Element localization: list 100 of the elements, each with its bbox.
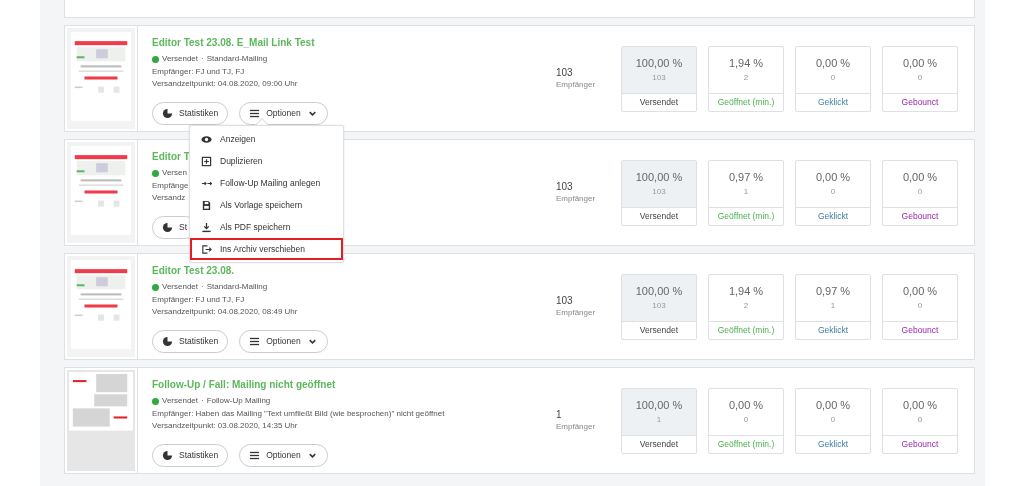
stat-percent: 0,00 % [815, 398, 851, 414]
stat-label: Gebounct [901, 209, 939, 223]
stat-percent: 100,00 % [635, 284, 683, 300]
send-time: Versandzeitpunkt: 04.08.2020, 08:49 Uhr [152, 306, 298, 318]
status-text: Versendet [162, 281, 199, 293]
recipients-text: Empfänge [152, 179, 189, 192]
stat-count: 103 [652, 299, 666, 312]
stat-count: 0 [830, 185, 836, 198]
pie-chart-icon [162, 449, 173, 461]
stat-count: 1 [830, 299, 836, 312]
stat-percent: 0,00 % [902, 284, 938, 300]
status-dot [152, 283, 159, 291]
menu-icon [249, 107, 261, 119]
stat-label: Versendet [639, 95, 679, 109]
stat-percent: 0,97 % [815, 284, 851, 300]
menu-item[interactable]: Als Vorlage speichern [190, 194, 343, 216]
stat-count: 2 [743, 71, 749, 84]
stat-label: Versendet [639, 323, 679, 337]
menu-item[interactable]: Follow-Up Mailing anlegen [190, 172, 343, 194]
status-text: Versendet [162, 53, 199, 65]
mailing-type: Standard-Mailing [206, 281, 268, 293]
stat-count: 0 [917, 71, 923, 84]
stat-count: 103 [652, 71, 666, 84]
separator-dot: · [201, 53, 204, 65]
pie-chart-icon [162, 107, 173, 119]
mailing-type: Follow-Up Mailing [206, 395, 271, 407]
recipient-count: 1 [556, 408, 562, 421]
separator-dot: · [201, 395, 204, 407]
stat-percent: 0,00 % [902, 56, 938, 72]
menu-item[interactable]: Duplizieren [190, 150, 343, 172]
recipients-text: Empfänger: Haben das Mailing "Text umfließt Bild (wie besprochen)" nicht geöffnet [152, 407, 445, 420]
eye-icon [201, 133, 212, 145]
menu-icon [249, 449, 261, 461]
stat-count: 0 [743, 413, 749, 426]
stat-label: Versendet [639, 437, 679, 451]
stat-percent: 1,94 % [728, 284, 764, 300]
exit-icon [201, 243, 212, 255]
status-text: Versendet [162, 395, 199, 407]
menu-item[interactable]: Ins Archiv verschieben [190, 238, 343, 260]
options-button[interactable]: Optionen [239, 101, 328, 125]
status-dot [152, 169, 159, 177]
stat-percent: 0,00 % [902, 398, 938, 414]
stat-label: Gebounct [901, 95, 939, 109]
send-time: Versandzeitpunkt: 03.08.2020, 14:35 Uhr [152, 420, 298, 432]
recipient-count: 103 [556, 294, 573, 307]
stat-percent: 100,00 % [635, 398, 683, 414]
stat-label: Versendet [639, 209, 679, 223]
stat-percent: 0,00 % [815, 56, 851, 72]
recipient-label: Empfänger [556, 79, 596, 90]
stat-label: Geklickt [817, 209, 849, 223]
status-text: Versen [162, 167, 187, 179]
stat-label: Geklickt [817, 437, 849, 451]
stat-percent: 1,94 % [728, 56, 764, 72]
recipient-count: 103 [556, 180, 573, 193]
stat-label: Gebounct [901, 323, 939, 337]
stat-label: Geöffnet (min.) [717, 95, 775, 109]
stat-percent: 0,00 % [728, 398, 764, 414]
options-button[interactable]: Optionen [239, 443, 328, 467]
duplicate-icon [201, 155, 212, 167]
send-time: Versandz [152, 192, 186, 204]
document-icon [201, 199, 212, 211]
stat-label: Geklickt [817, 323, 849, 337]
status-dot [152, 55, 159, 63]
stat-percent: 0,97 % [728, 170, 764, 186]
menu-item[interactable]: Anzeigen [190, 128, 343, 150]
statistics-button[interactable]: Statistiken [152, 101, 229, 125]
stat-count: 103 [652, 185, 666, 198]
stat-label: Geöffnet (min.) [717, 437, 775, 451]
recipients-text: Empfänger: FJ und TJ, FJ [152, 293, 245, 306]
stat-count: 0 [917, 413, 923, 426]
recipient-label: Empfänger [556, 307, 596, 318]
stat-count: 0 [917, 185, 923, 198]
stat-count: 1 [743, 185, 749, 198]
recipient-label: Empfänger [556, 193, 596, 204]
statistics-button[interactable]: Statistiken [152, 443, 229, 467]
pie-chart-icon [162, 335, 173, 347]
recipient-count: 103 [556, 66, 573, 79]
stat-count: 0 [917, 299, 923, 312]
stat-label: Geklickt [817, 95, 849, 109]
recipient-label: Empfänger [556, 421, 596, 432]
stat-percent: 100,00 % [635, 170, 683, 186]
mailing-type: Standard-Mailing [206, 53, 268, 65]
options-button[interactable]: Optionen [239, 329, 328, 353]
stat-count: 1 [656, 413, 662, 426]
menu-icon [249, 335, 261, 347]
stat-label: Geöffnet (min.) [717, 209, 775, 223]
stat-percent: 100,00 % [635, 56, 683, 72]
stat-count: 0 [830, 71, 836, 84]
stat-label: Geöffnet (min.) [717, 323, 775, 337]
download-icon [201, 221, 212, 233]
stat-percent: 0,00 % [815, 170, 851, 186]
send-time: Versandzeitpunkt: 04.08.2020, 09:00 Uhr [152, 78, 298, 90]
status-dot [152, 397, 159, 405]
stat-count: 0 [830, 413, 836, 426]
separator-dot: · [201, 281, 204, 293]
recipients-text: Empfänger: FJ und TJ, FJ [152, 65, 245, 78]
statistics-button[interactable]: Statistiken [152, 329, 229, 353]
stat-label: Gebounct [901, 437, 939, 451]
stat-percent: 0,00 % [902, 170, 938, 186]
pie-chart-icon [162, 221, 173, 233]
